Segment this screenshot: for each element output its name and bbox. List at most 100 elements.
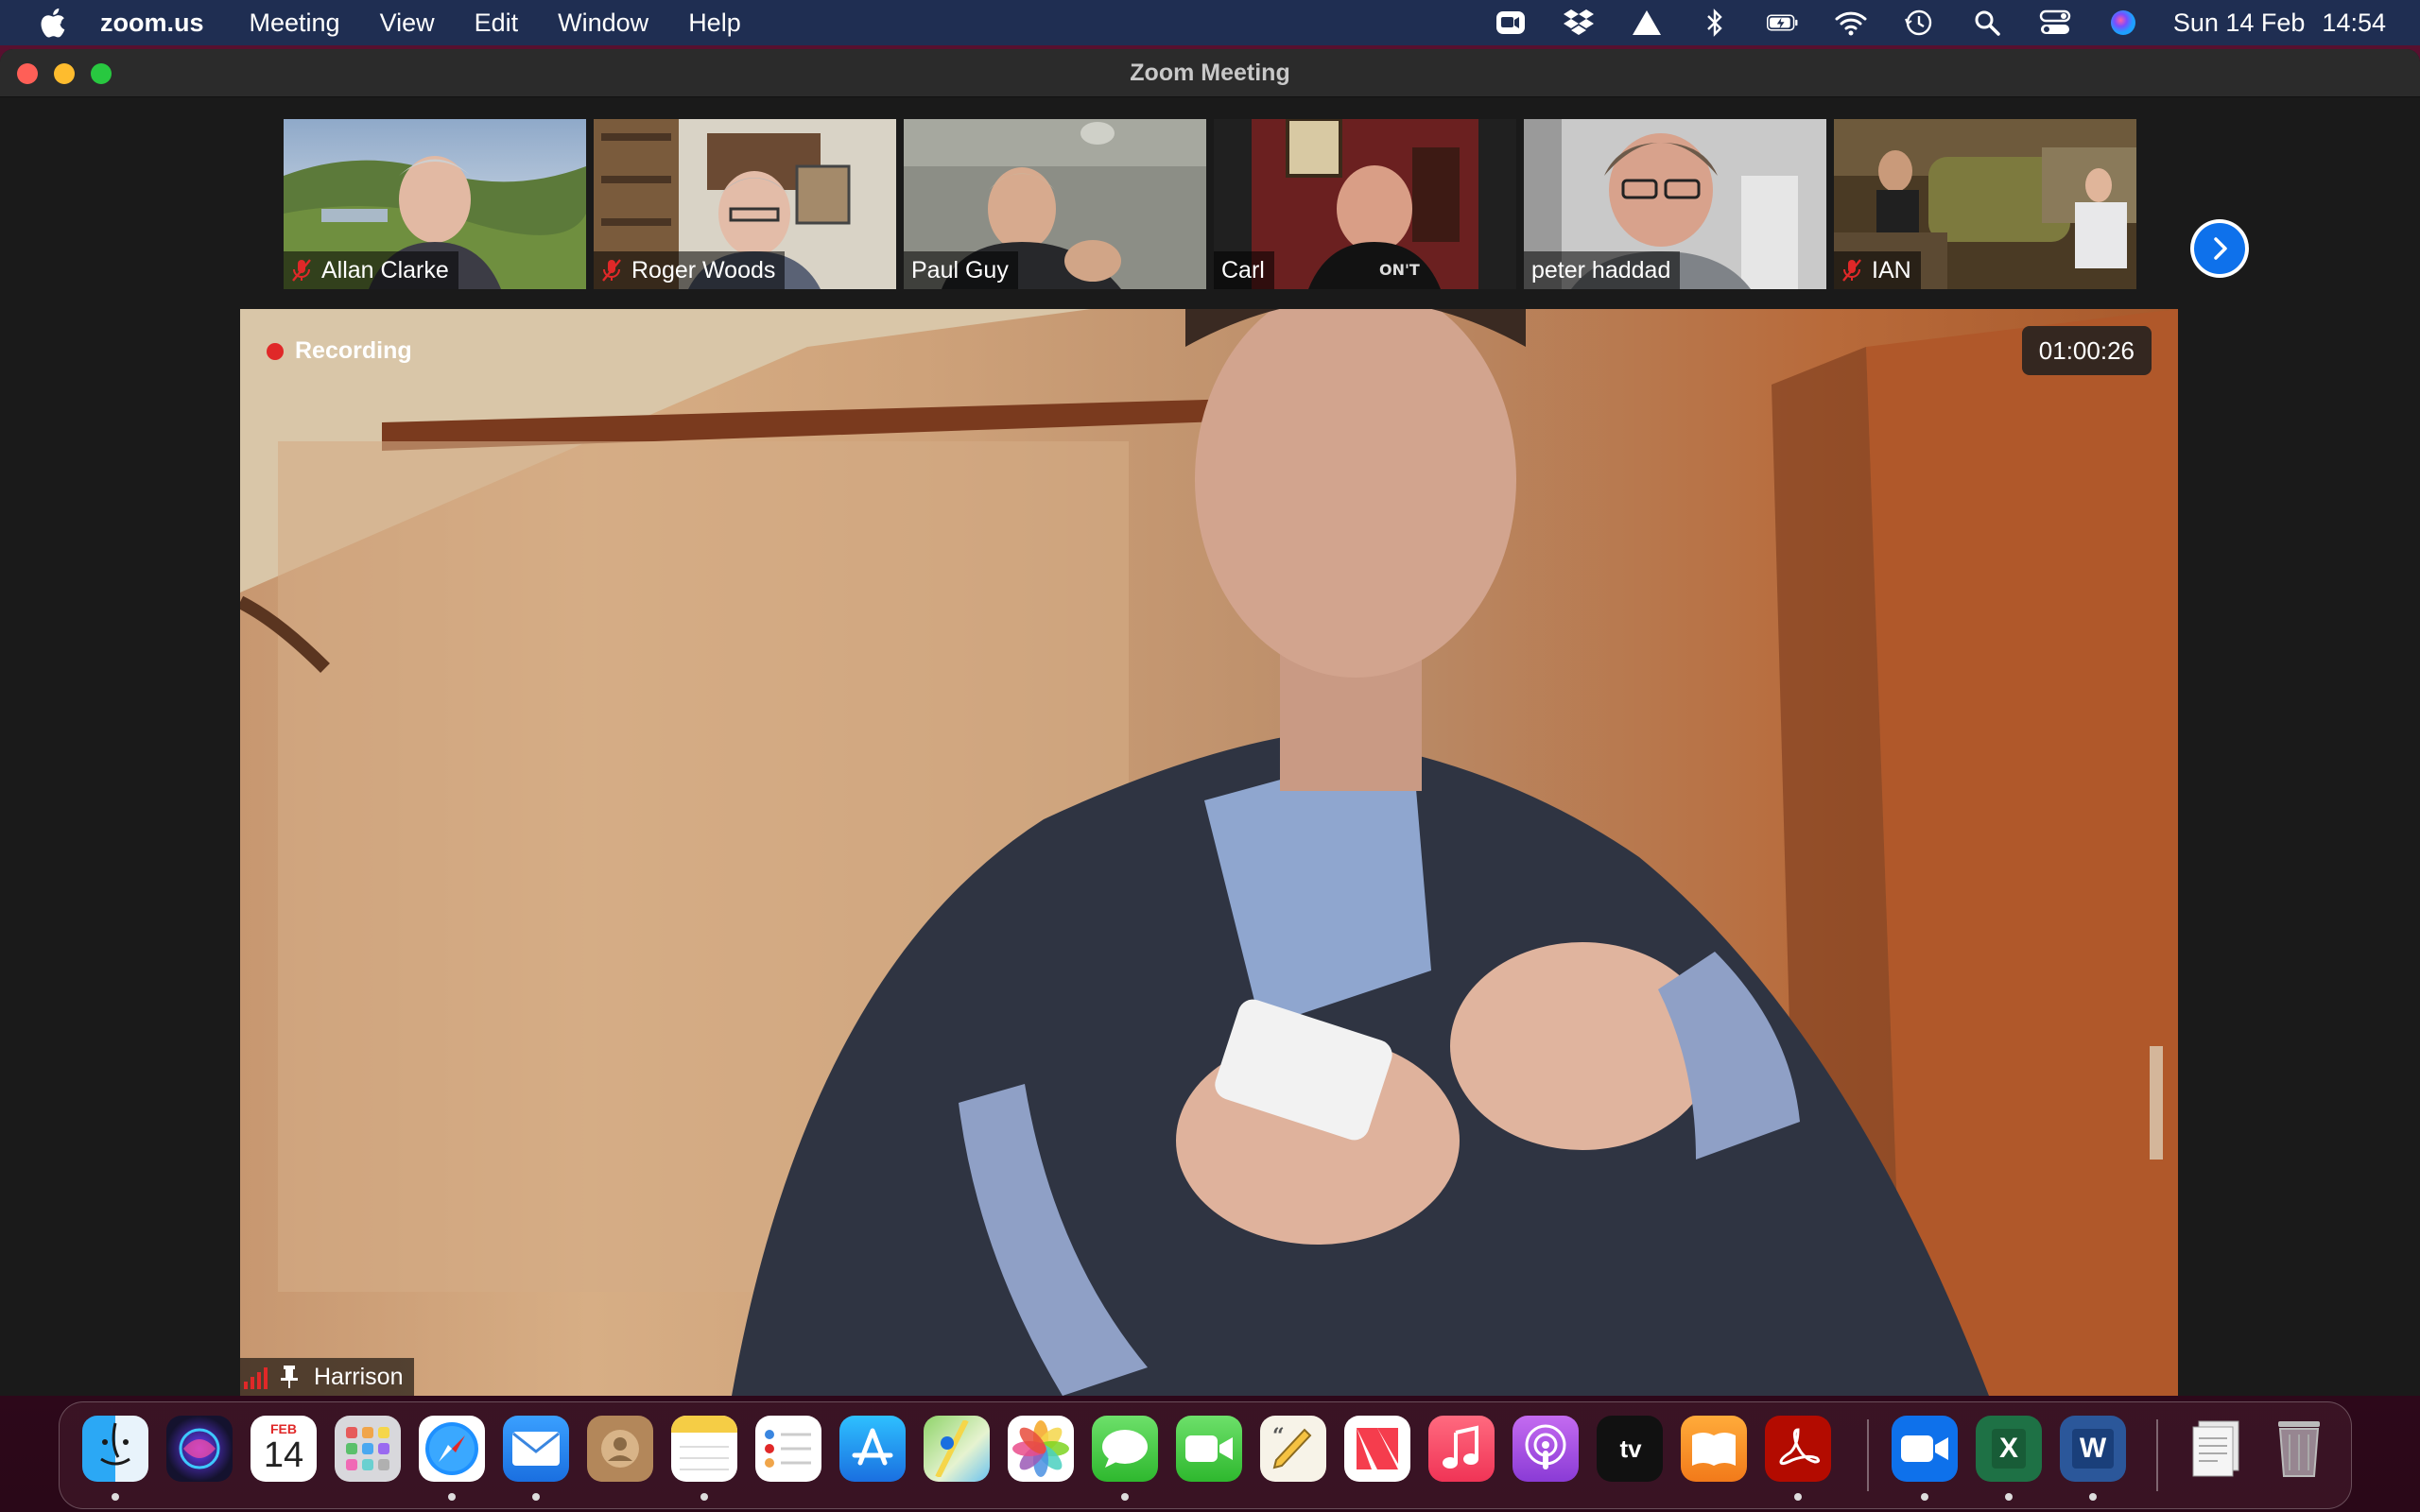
participant-name-label: Paul Guy: [904, 251, 1018, 289]
menu-meeting[interactable]: Meeting: [250, 9, 340, 38]
active-speaker-video[interactable]: Recording 01:00:26 Harrison: [240, 309, 2178, 1396]
zoom-window: Zoom Meeting Allan Clarke Roger Woods Pa…: [0, 49, 2420, 1396]
dock: FEB 14 “ tv X W: [59, 1401, 2352, 1509]
participant-gallery: Allan Clarke Roger Woods Paul Guy ON'T C…: [284, 119, 2136, 289]
participant-tile[interactable]: Allan Clarke: [284, 119, 586, 289]
siri-icon[interactable]: [2107, 7, 2139, 39]
recording-label: Recording: [295, 337, 412, 364]
notes-icon[interactable]: [671, 1416, 737, 1482]
speaker-name-label: Harrison: [240, 1358, 415, 1396]
muted-mic-icon: [1842, 259, 1861, 282]
dropbox-icon[interactable]: [1563, 7, 1595, 39]
facetime-icon[interactable]: [1176, 1416, 1242, 1482]
participant-tile[interactable]: peter haddad: [1524, 119, 1826, 289]
participant-name-label: Carl: [1214, 251, 1274, 289]
music-icon[interactable]: [1428, 1416, 1495, 1482]
excel-icon[interactable]: X: [1976, 1416, 2042, 1482]
participant-name: IAN: [1872, 256, 1911, 284]
calendar-icon[interactable]: FEB 14: [251, 1416, 317, 1482]
running-indicator: [2005, 1493, 2013, 1501]
calendar-month: FEB: [270, 1421, 297, 1436]
tv-icon[interactable]: tv: [1597, 1416, 1663, 1482]
participant-tile[interactable]: Roger Woods: [594, 119, 896, 289]
dock-separator: [2156, 1419, 2158, 1491]
participant-tile[interactable]: IAN: [1834, 119, 2136, 289]
calendar-day: 14: [263, 1435, 304, 1475]
running-indicator: [448, 1493, 456, 1501]
svg-text:ON'T: ON'T: [1379, 261, 1420, 279]
menubar-time[interactable]: 14:54: [2322, 9, 2386, 38]
window-title: Zoom Meeting: [1130, 59, 1290, 86]
muted-mic-icon: [292, 259, 311, 282]
participant-name: Paul Guy: [911, 256, 1009, 284]
participant-name-label: Allan Clarke: [284, 251, 458, 289]
participant-tile[interactable]: ON'T Carl: [1214, 119, 1516, 289]
reminders-icon[interactable]: [755, 1416, 821, 1482]
dock-separator: [1867, 1419, 1869, 1491]
word-icon[interactable]: W: [2060, 1416, 2126, 1482]
maps-icon[interactable]: [924, 1416, 990, 1482]
podcasts-icon[interactable]: [1512, 1416, 1579, 1482]
running-indicator: [112, 1493, 119, 1501]
spotlight-icon[interactable]: [1971, 7, 2003, 39]
speaker-video-frame: [240, 309, 2178, 1396]
title-bar[interactable]: Zoom Meeting: [0, 49, 2420, 97]
drive-icon[interactable]: [1631, 7, 1663, 39]
apple-menu-icon[interactable]: [38, 6, 66, 40]
pin-icon: [281, 1366, 298, 1388]
documents-stack-icon[interactable]: [2182, 1416, 2248, 1482]
next-page-button[interactable]: [2190, 219, 2249, 278]
menu-window[interactable]: Window: [558, 9, 648, 38]
chevron-right-icon: [2214, 237, 2227, 260]
running-indicator: [532, 1493, 540, 1501]
menu-app-name[interactable]: zoom.us: [100, 9, 204, 38]
participant-name: Allan Clarke: [321, 256, 449, 284]
menu-view[interactable]: View: [380, 9, 435, 38]
safari-icon[interactable]: [419, 1416, 485, 1482]
launchpad-icon[interactable]: [335, 1416, 401, 1482]
menu-edit[interactable]: Edit: [475, 9, 519, 38]
participant-tile[interactable]: Paul Guy: [904, 119, 1206, 289]
trash-icon[interactable]: [2266, 1416, 2332, 1482]
news-icon[interactable]: [1344, 1416, 1410, 1482]
participant-name-label: peter haddad: [1524, 251, 1681, 289]
bluetooth-icon[interactable]: [1699, 7, 1731, 39]
menu-bar: zoom.us Meeting View Edit Window Help Su…: [0, 0, 2420, 45]
messages-icon[interactable]: [1092, 1416, 1158, 1482]
svg-text:“: “: [1272, 1424, 1285, 1449]
control-center-icon[interactable]: [2039, 7, 2071, 39]
mail-icon[interactable]: [503, 1416, 569, 1482]
participant-name-label: Roger Woods: [594, 251, 786, 289]
wifi-icon[interactable]: [1835, 7, 1867, 39]
menu-help[interactable]: Help: [688, 9, 741, 38]
app-store-icon[interactable]: [839, 1416, 906, 1482]
photos-icon[interactable]: [1008, 1416, 1074, 1482]
time-machine-icon[interactable]: [1903, 7, 1935, 39]
word-letter: W: [2071, 1429, 2115, 1469]
participant-name: Carl: [1221, 256, 1265, 284]
close-window-button[interactable]: [17, 63, 38, 84]
menubar-date[interactable]: Sun 14 Feb: [2173, 9, 2306, 38]
excel-letter: X: [1991, 1429, 2026, 1469]
battery-icon[interactable]: [1766, 7, 1799, 39]
running-indicator: [2089, 1493, 2097, 1501]
acrobat-reader-icon[interactable]: [1765, 1416, 1831, 1482]
network-signal-icon: [244, 1367, 268, 1389]
recording-indicator[interactable]: Recording: [267, 337, 412, 365]
recording-dot-icon: [267, 342, 284, 360]
siri-app-icon[interactable]: [166, 1416, 233, 1482]
books-icon[interactable]: [1681, 1416, 1747, 1482]
meeting-timer: 01:00:26: [2021, 326, 2152, 375]
finder-icon[interactable]: [82, 1416, 148, 1482]
fullscreen-window-button[interactable]: [91, 63, 112, 84]
participant-name: peter haddad: [1531, 256, 1671, 284]
minimize-window-button[interactable]: [54, 63, 75, 84]
tv-label: tv: [1619, 1434, 1642, 1463]
participant-name: Roger Woods: [631, 256, 776, 284]
zoom-app-icon[interactable]: [1892, 1416, 1958, 1482]
contacts-icon[interactable]: [587, 1416, 653, 1482]
script-editor-icon[interactable]: “: [1260, 1416, 1326, 1482]
muted-mic-icon: [602, 259, 621, 282]
zoom-status-icon[interactable]: [1495, 7, 1527, 39]
running-indicator: [1121, 1493, 1129, 1501]
